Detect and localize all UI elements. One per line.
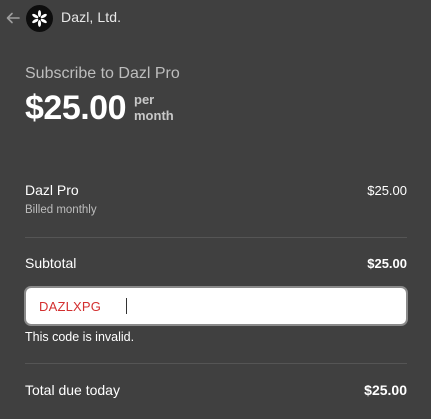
total-amount: $25.00 (364, 382, 407, 398)
merchant-name: Dazl, Ltd. (61, 9, 122, 25)
promo-code-input[interactable] (28, 290, 404, 322)
line-item-billing: Billed monthly (25, 204, 97, 216)
subtotal-amount: $25.00 (367, 256, 407, 271)
total-label: Total due today (25, 382, 120, 398)
divider (25, 363, 407, 364)
divider (25, 237, 407, 238)
price-period-line1: per (134, 92, 155, 107)
text-caret (126, 298, 127, 314)
price-period-line2: month (134, 108, 174, 123)
arrow-left-icon (6, 12, 20, 24)
header: Dazl, Ltd. (0, 0, 431, 36)
price-row: $25.00 per month (25, 87, 174, 129)
back-button[interactable] (5, 10, 21, 26)
promo-error-message: This code is invalid. (25, 330, 135, 344)
price-amount: $25.00 (25, 89, 127, 127)
line-item-amount: $25.00 (367, 183, 407, 198)
subscribe-title: Subscribe to Dazl Pro (25, 65, 180, 82)
promo-code-field[interactable] (24, 286, 408, 326)
dazl-logo-icon (26, 5, 53, 32)
checkout-summary-panel: Dazl, Ltd. Subscribe to Dazl Pro $25.00 … (0, 0, 431, 419)
line-item-name: Dazl Pro (25, 182, 79, 198)
subtotal-label: Subtotal (25, 255, 77, 271)
price-period: per month (134, 92, 174, 124)
